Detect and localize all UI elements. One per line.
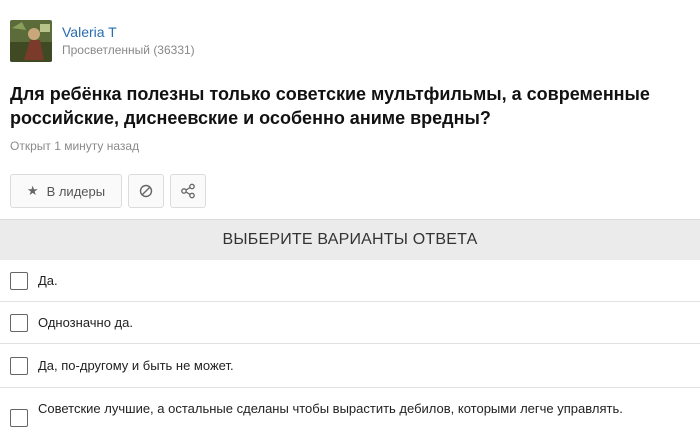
report-button[interactable] bbox=[128, 174, 164, 208]
author-rank: Просветленный (36331) bbox=[62, 43, 195, 57]
question-timestamp: Открыт 1 минуту назад bbox=[10, 139, 140, 153]
star-icon: ★ bbox=[26, 183, 39, 198]
block-icon bbox=[139, 184, 153, 198]
option-checkbox[interactable] bbox=[10, 409, 28, 427]
poll-option[interactable]: Да, по-другому и быть не может. bbox=[0, 344, 700, 388]
share-button[interactable] bbox=[170, 174, 206, 208]
poll-option[interactable]: Однозначно да. bbox=[0, 302, 700, 344]
option-label: Однозначно да. bbox=[38, 315, 133, 330]
to-leaders-label: В лидеры bbox=[46, 183, 106, 199]
avatar[interactable] bbox=[10, 20, 52, 62]
question-actions: ★ В лидеры bbox=[10, 174, 206, 208]
option-label: Советские лучшие, а остальные сделаны чт… bbox=[38, 401, 623, 416]
poll-option[interactable]: Советские лучшие, а остальные сделаны чт… bbox=[0, 388, 700, 447]
option-label: Да, по-другому и быть не может. bbox=[38, 358, 234, 373]
to-leaders-button[interactable]: ★ В лидеры bbox=[10, 174, 122, 208]
question-title: Для ребёнка полезны только советские мул… bbox=[10, 84, 650, 128]
option-label: Да. bbox=[38, 273, 58, 288]
option-checkbox[interactable] bbox=[10, 314, 28, 332]
poll-option[interactable]: Да. bbox=[0, 260, 700, 302]
author-block[interactable]: Valeria T Просветленный (36331) bbox=[10, 18, 195, 64]
share-icon bbox=[181, 183, 195, 199]
option-checkbox[interactable] bbox=[10, 272, 28, 290]
option-checkbox[interactable] bbox=[10, 357, 28, 375]
author-name[interactable]: Valeria T bbox=[62, 23, 195, 41]
question-page: Valeria T Просветленный (36331) Для ребё… bbox=[0, 0, 700, 447]
poll-header: ВЫБЕРИТЕ ВАРИАНТЫ ОТВЕТА bbox=[0, 219, 700, 260]
avatar-image bbox=[10, 20, 52, 62]
